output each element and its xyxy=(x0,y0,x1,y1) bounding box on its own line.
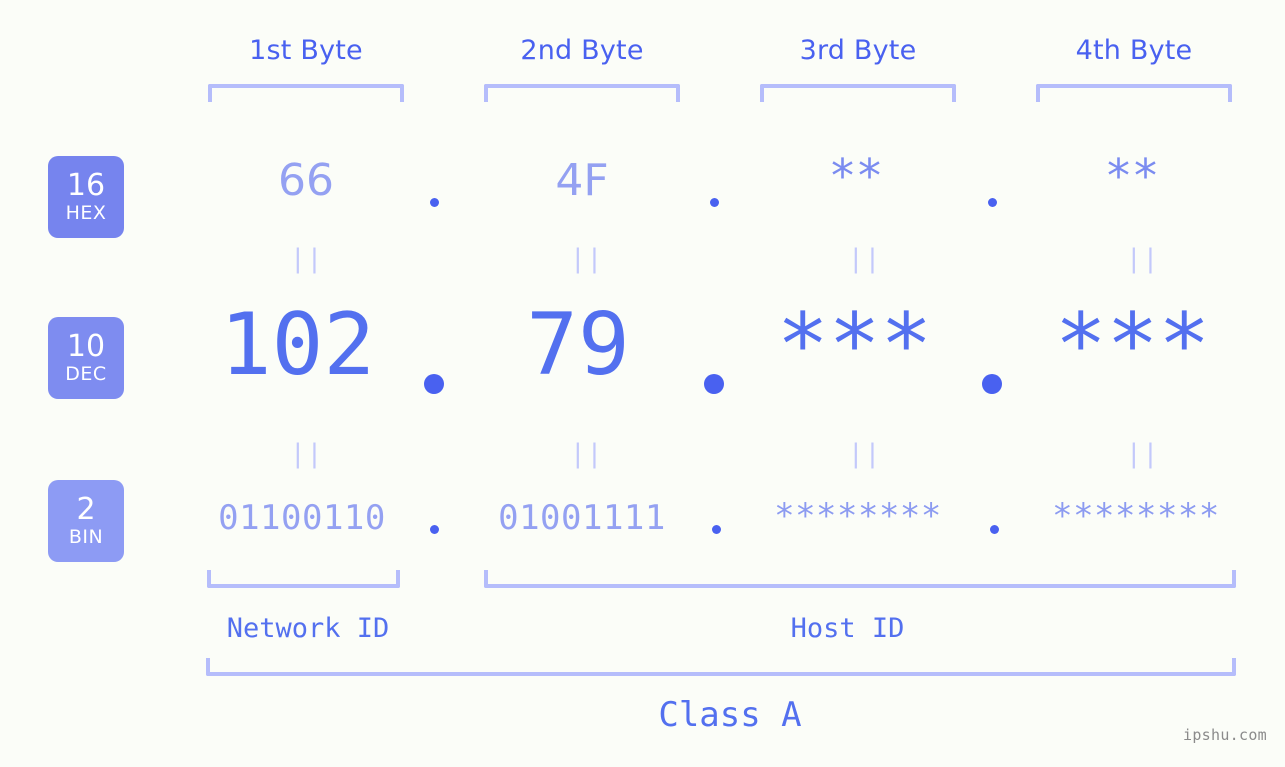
byte-bracket-4 xyxy=(1036,84,1232,102)
dec-separator-dot-2 xyxy=(704,374,724,394)
radix-badge-bin[interactable]: 2 BIN xyxy=(48,480,124,562)
ip-address-breakdown-diagram: 1st Byte 2nd Byte 3rd Byte 4th Byte 16 H… xyxy=(0,0,1285,767)
site-watermark: ipshu.com xyxy=(1183,726,1267,744)
host-id-label: Host ID xyxy=(790,613,905,644)
hex-byte-3: ** xyxy=(831,149,885,203)
byte-header-4: 4th Byte xyxy=(1075,35,1193,66)
hex-separator-dot-1 xyxy=(430,198,439,207)
radix-badge-hex-word: HEX xyxy=(65,202,107,224)
dec-byte-1: 102 xyxy=(219,295,376,395)
equals-connector-hex-dec-3: || xyxy=(848,244,882,274)
equals-connector-dec-bin-1: || xyxy=(290,439,324,469)
dec-separator-dot-1 xyxy=(424,374,444,394)
bin-separator-dot-1 xyxy=(430,525,439,534)
bin-separator-dot-2 xyxy=(712,525,721,534)
radix-badge-dec-number: 10 xyxy=(66,329,106,364)
class-bracket xyxy=(206,658,1236,676)
network-id-label: Network ID xyxy=(226,613,390,644)
byte-header-3: 3rd Byte xyxy=(799,35,917,66)
radix-badge-bin-word: BIN xyxy=(68,526,104,548)
equals-connector-hex-dec-1: || xyxy=(290,244,324,274)
dec-byte-3: *** xyxy=(776,295,933,395)
radix-badge-hex[interactable]: 16 HEX xyxy=(48,156,124,238)
byte-bracket-2 xyxy=(484,84,680,102)
equals-connector-hex-dec-4: || xyxy=(1126,244,1160,274)
equals-connector-dec-bin-3: || xyxy=(848,439,882,469)
hex-byte-1: 66 xyxy=(278,155,334,206)
dec-byte-2: 79 xyxy=(526,295,630,395)
radix-badge-hex-number: 16 xyxy=(66,168,106,203)
hex-byte-2: 4F xyxy=(555,155,609,206)
hex-separator-dot-3 xyxy=(988,198,997,207)
bin-byte-1: 01100110 xyxy=(218,498,386,538)
dec-byte-4: *** xyxy=(1054,295,1211,395)
equals-connector-dec-bin-4: || xyxy=(1126,439,1160,469)
equals-connector-dec-bin-2: || xyxy=(570,439,604,469)
byte-bracket-1 xyxy=(208,84,404,102)
bin-byte-4: ******** xyxy=(1052,496,1220,536)
hex-byte-4: ** xyxy=(1107,149,1161,203)
bin-byte-3: ******** xyxy=(774,496,942,536)
dec-separator-dot-3 xyxy=(982,374,1002,394)
network-id-bracket xyxy=(207,570,400,588)
radix-badge-bin-number: 2 xyxy=(76,492,96,527)
hex-separator-dot-2 xyxy=(710,198,719,207)
radix-badge-dec-word: DEC xyxy=(65,363,107,385)
radix-badge-dec[interactable]: 10 DEC xyxy=(48,317,124,399)
equals-connector-hex-dec-2: || xyxy=(570,244,604,274)
host-id-bracket xyxy=(484,570,1236,588)
bin-separator-dot-3 xyxy=(990,525,999,534)
class-label: Class A xyxy=(658,695,802,735)
byte-bracket-3 xyxy=(760,84,956,102)
byte-header-1: 1st Byte xyxy=(249,35,363,66)
byte-header-2: 2nd Byte xyxy=(520,35,644,66)
bin-byte-2: 01001111 xyxy=(498,498,666,538)
